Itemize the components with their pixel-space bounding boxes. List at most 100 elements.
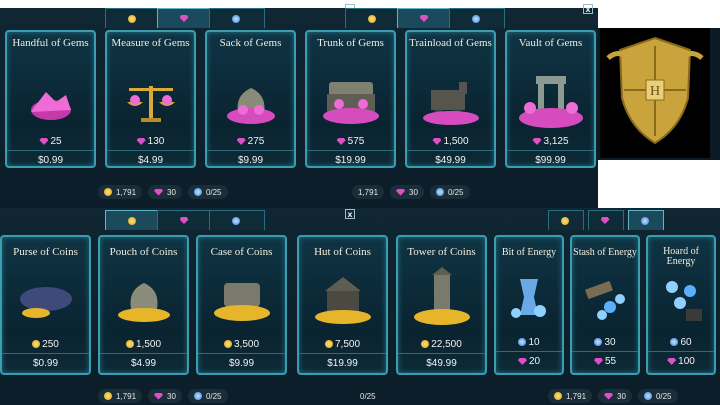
gem-icon (136, 137, 146, 145)
gem-icon (236, 137, 246, 145)
card-title: Hoard of Energy (663, 246, 699, 267)
coin-card[interactable]: Purse of Coins 250 $0.99 (0, 235, 91, 375)
card-title: Purse of Coins (13, 246, 78, 258)
gem-icon (154, 392, 164, 400)
energy-icon (435, 188, 444, 196)
card-title: Pouch of Coins (109, 246, 178, 258)
background-gap-right2 (598, 160, 720, 210)
card-price: $19.99 (299, 353, 386, 369)
coin-icon (554, 392, 562, 400)
scales-icon (126, 86, 175, 122)
tab-energy[interactable] (209, 210, 265, 230)
card-title: Stash of Energy (573, 247, 637, 258)
gem-icon (154, 188, 164, 196)
tab-gems-3[interactable] (588, 210, 624, 230)
pouch-icon (117, 283, 170, 322)
tab-coins[interactable] (105, 8, 161, 28)
gem-icon (179, 15, 189, 22)
case-icon (213, 283, 270, 321)
gem-card[interactable]: Measure of Gems 130 $4.99 (105, 30, 196, 168)
gem-balance: 30 (148, 185, 182, 199)
card-price: $19.99 (307, 150, 394, 166)
card-price: $9.99 (207, 150, 294, 166)
trunk-icon (322, 82, 379, 124)
card-amount: 130 (107, 136, 194, 147)
coin-card[interactable]: Case of Coins 3,500 $9.99 (196, 235, 287, 375)
coin-card[interactable]: Tower of Coins 22,500 $49.99 (396, 235, 487, 375)
gem-icon (396, 188, 406, 196)
card-price: $0.99 (7, 150, 94, 166)
gem-icon (600, 217, 610, 224)
tab-energy-2[interactable] (449, 8, 505, 28)
gem-card[interactable]: Trainload of Gems 1,500 $49.99 (405, 30, 496, 168)
energy-icon (232, 216, 240, 225)
gem-icon (517, 357, 527, 365)
energy-balance: 0/25 (187, 389, 228, 403)
tab-coins[interactable] (105, 210, 161, 230)
coin-card[interactable]: Hut of Coins 7,500 $19.99 (297, 235, 388, 375)
energy-card[interactable]: Stash of Energy 30 55 (570, 235, 640, 375)
card-amount: 60 (648, 337, 714, 348)
card-price: 100 (648, 351, 714, 367)
card-amount: 1,500 (100, 339, 187, 350)
energy-icon (670, 338, 679, 347)
gems-tabs-left (105, 8, 265, 28)
gem-card[interactable]: Handful of Gems 25 $0.99 (5, 30, 96, 168)
energy-icon (472, 14, 480, 23)
card-price: $0.99 (2, 353, 89, 369)
gem-icon (432, 137, 442, 145)
gems-tabs-right (345, 8, 505, 28)
tab-gems-2[interactable] (397, 8, 453, 28)
card-price: 55 (572, 351, 638, 367)
energy-card[interactable]: Hoard of Energy 60 100 (646, 235, 716, 375)
coin-balance: 1,791 (98, 185, 143, 199)
card-title: Sack of Gems (219, 37, 282, 49)
card-price: 20 (496, 351, 562, 367)
background-gap-right (598, 0, 720, 28)
energy-icon (193, 392, 202, 400)
coin-icon (561, 216, 569, 225)
card-amount: 275 (207, 136, 294, 147)
tab-gems[interactable] (157, 8, 213, 28)
train-icon (422, 82, 479, 125)
gem-pile-icon (30, 92, 71, 120)
gem-icon (419, 15, 429, 22)
tab-coins-3[interactable] (548, 210, 584, 230)
currency-bar-coins: 1,791 30 0/25 (98, 388, 234, 404)
card-amount: 3,125 (507, 136, 594, 147)
energy-card[interactable]: Bit of Energy 10 20 (494, 235, 564, 375)
purse-icon (19, 287, 72, 318)
card-title: Case of Coins (210, 246, 273, 258)
gem-card[interactable]: Vault of Gems 3,125 $99.99 (505, 30, 596, 168)
card-title: Tower of Coins (407, 246, 476, 258)
energy-balance: 0/25 (429, 185, 470, 199)
coin-balance: 1,791 (98, 389, 143, 403)
card-amount: 30 (572, 337, 638, 348)
card-price: $49.99 (398, 353, 485, 369)
close-button[interactable]: x (345, 209, 355, 219)
coin-card[interactable]: Pouch of Coins 1,500 $4.99 (98, 235, 189, 375)
card-title: Handful of Gems (12, 37, 89, 49)
tab-energy[interactable] (209, 8, 265, 28)
card-title: Bit of Energy (501, 247, 557, 258)
energy-hoard-icon (666, 281, 702, 321)
card-price: $9.99 (198, 353, 285, 369)
gem-balance: 30 (390, 185, 424, 199)
currency-bar-energy: 1,791 30 0/25 (548, 388, 684, 404)
energy-tabs (548, 210, 698, 230)
tab-energy-3[interactable] (628, 210, 664, 230)
card-price: $4.99 (107, 150, 194, 166)
energy-icon (594, 338, 603, 347)
card-title: Vault of Gems (518, 37, 583, 49)
coin-balance: 1,791 (352, 185, 385, 199)
gem-icon (532, 137, 542, 145)
currency-bar-energy-right: 0/25 (360, 391, 376, 401)
coin-icon (368, 14, 376, 23)
energy-potion-icon (511, 279, 546, 318)
tab-gems[interactable] (157, 210, 213, 230)
tab-coins-2[interactable] (345, 8, 401, 28)
energy-icon (193, 188, 202, 196)
close-button-2[interactable]: x (583, 4, 593, 14)
gem-card[interactable]: Sack of Gems 275 $9.99 (205, 30, 296, 168)
gem-card[interactable]: Trunk of Gems 575 $19.99 (305, 30, 396, 168)
